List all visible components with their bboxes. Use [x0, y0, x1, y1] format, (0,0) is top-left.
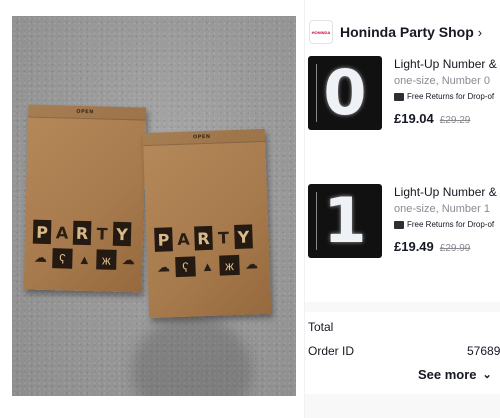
party-box-left: OPEN P A R T Y ☁ ʕ ▲ ж ☁	[23, 104, 147, 293]
bear-icon: ʕ	[175, 256, 196, 278]
product-title[interactable]: Light-Up Number & L	[394, 57, 500, 71]
see-more-button[interactable]: See more ⌄	[418, 367, 492, 382]
chevron-right-icon: ›	[477, 24, 483, 40]
box-icon-row: ☁ ʕ ▲ ж ☁	[153, 254, 262, 278]
cloud-icon: ☁	[121, 251, 136, 268]
cloud-icon: ☁	[156, 259, 171, 275]
party-box-right: OPEN P A R T Y ☁ ʕ ▲ ж ☁	[142, 128, 272, 319]
box-party-word: P A R T Y	[32, 219, 132, 247]
product-variant: one-size, Number 0	[394, 75, 490, 87]
shop-logo: HONINDA	[309, 20, 333, 44]
order-item[interactable]: 1 Light-Up Number & L one-size, Number 1…	[305, 180, 500, 260]
current-price: £19.04	[394, 111, 434, 126]
order-item[interactable]: 0 Light-Up Number & L one-size, Number 0…	[305, 52, 500, 132]
bear-icon: ʕ	[52, 248, 73, 269]
box-open-label: OPEN	[76, 108, 94, 116]
original-price: £29.99	[439, 243, 471, 254]
party-letter: A	[176, 229, 191, 249]
current-price: £19.49	[394, 239, 434, 254]
order-id-value[interactable]: 57689	[467, 344, 500, 358]
party-letter: A	[55, 222, 69, 243]
product-thumbnail[interactable]: 0	[308, 56, 382, 130]
party-letter: T	[96, 223, 108, 244]
party-letter: Y	[112, 221, 132, 247]
price-row: £19.49 £29.99	[394, 239, 500, 254]
butterfly-icon: ж	[219, 254, 240, 276]
free-returns-text: Free Returns for Drop-of	[407, 220, 495, 229]
price-row: £19.04 £29.29	[394, 111, 500, 126]
party-letter: T	[217, 227, 230, 248]
original-price: £29.29	[439, 115, 471, 126]
item-info: Light-Up Number & L one-size, Number 0 F…	[394, 52, 500, 126]
free-returns-badge: Free Returns for Drop-of	[394, 220, 500, 229]
size-ruler	[316, 64, 317, 122]
box-open-label: OPEN	[192, 133, 211, 141]
marquee-digit: 0	[323, 56, 367, 129]
section-divider	[305, 302, 500, 312]
truck-icon	[394, 92, 404, 101]
shop-name[interactable]: Honinda Party Shop	[340, 24, 474, 40]
rocket-icon: ▲	[77, 251, 92, 267]
party-letter: P	[154, 227, 173, 252]
party-letter: Y	[234, 224, 253, 250]
box-icon-row: ☁ ʕ ▲ ж ☁	[30, 248, 138, 271]
marquee-digit: 1	[323, 184, 367, 257]
shop-header[interactable]: HONINDA Honinda Party Shop ›	[305, 14, 500, 50]
photo-shadow	[132, 316, 252, 396]
product-thumbnail[interactable]: 1	[308, 184, 382, 258]
free-returns-badge: Free Returns for Drop-of	[394, 92, 500, 101]
butterfly-icon: ж	[96, 249, 117, 270]
total-label: Total	[308, 320, 334, 334]
bottom-bar	[305, 394, 500, 418]
see-more-label: See more	[418, 367, 477, 382]
cloud-icon: ☁	[244, 256, 259, 272]
total-row: Total	[308, 320, 500, 334]
rocket-icon: ▲	[200, 258, 215, 274]
truck-icon	[394, 220, 404, 229]
cloud-icon: ☁	[33, 249, 48, 266]
item-info: Light-Up Number & L one-size, Number 1 F…	[394, 180, 500, 254]
party-letter: R	[194, 225, 213, 251]
party-letter: P	[32, 219, 52, 245]
product-variant: one-size, Number 1	[394, 203, 490, 215]
product-photo-panel: OPEN P A R T Y ☁ ʕ ▲ ж ☁ OPEN P A R T Y …	[0, 0, 304, 418]
chevron-down-icon: ⌄	[482, 369, 492, 381]
size-ruler	[316, 192, 317, 250]
party-letter: R	[72, 220, 92, 246]
order-id-label: Order ID	[308, 344, 355, 358]
box-party-word: P A R T Y	[154, 224, 253, 252]
free-returns-text: Free Returns for Drop-of	[407, 92, 495, 101]
product-title[interactable]: Light-Up Number & L	[394, 185, 500, 199]
order-id-row: Order ID 57689	[308, 344, 500, 358]
review-photo[interactable]: OPEN P A R T Y ☁ ʕ ▲ ж ☁ OPEN P A R T Y …	[12, 16, 296, 396]
